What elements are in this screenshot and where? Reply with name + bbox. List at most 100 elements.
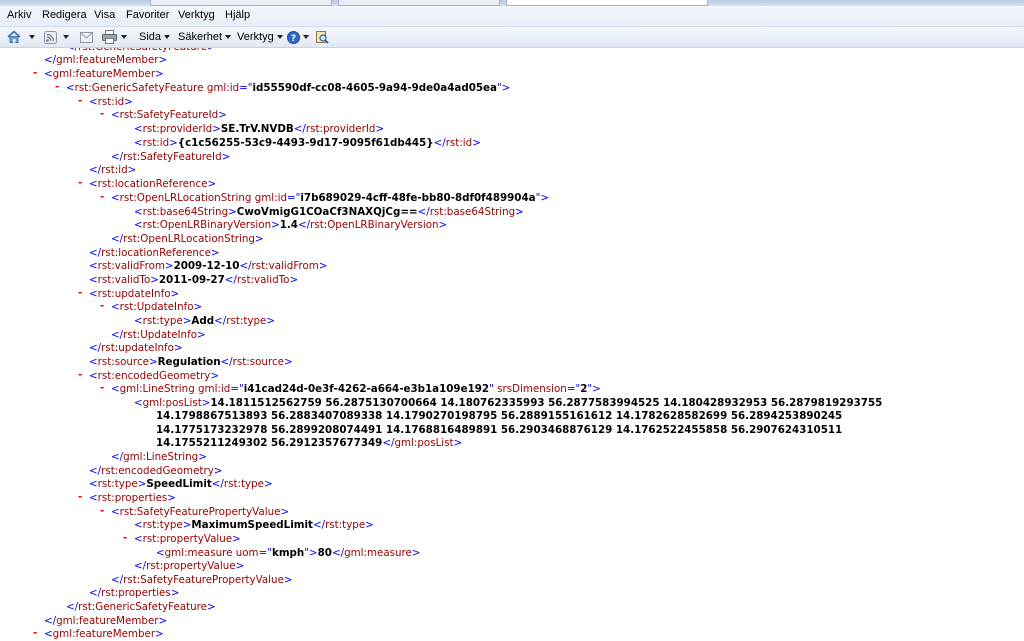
- help-button[interactable]: ?: [287, 29, 309, 45]
- poslist-value-line: 14.1755211249302 56.2912357677349: [156, 437, 383, 449]
- feature-type-value: SpeedLimit: [146, 478, 212, 490]
- collapse-toggle[interactable]: -: [100, 505, 104, 517]
- menu-help[interactable]: Hjälp: [225, 9, 250, 21]
- page-menu-button[interactable]: Sida: [139, 29, 171, 45]
- xml-line: </rst:propertyValue>: [134, 560, 245, 572]
- menu-edit[interactable]: Redigera: [42, 9, 87, 21]
- xml-line: <rst:locationReference>: [89, 178, 217, 190]
- xml-line: </rst:GenericSafetyFeature>: [66, 601, 216, 613]
- xml-line: <rst:type>SpeedLimit</rst:type>: [89, 478, 273, 490]
- xml-line: <gml:posList>14.1811512562759 56.2875130…: [134, 397, 883, 409]
- xml-line: </gml:featureMember>: [44, 54, 168, 66]
- xml-line: <rst:SafetyFeaturePropertyValue>: [111, 506, 290, 518]
- valid-to-value: 2011-09-27: [158, 274, 225, 286]
- page-menu-label: Sida: [139, 31, 162, 43]
- xml-line: <rst:validTo>2011-09-27</rst:validTo>: [89, 274, 299, 286]
- xml-line: 14.1775173232978 56.2899208074491 14.176…: [156, 424, 842, 438]
- xml-line: <gml:measure uom="kmph">80</gml:measure>: [156, 547, 421, 559]
- linestring-id-value: i41cad24d-0e3f-4262-a664-e3b1a109e192: [243, 383, 490, 395]
- home-button[interactable]: [7, 29, 35, 45]
- xml-line: </rst:SafetyFeatureId>: [111, 151, 231, 163]
- collapse-toggle[interactable]: -: [55, 81, 59, 93]
- xml-line: </rst:UpdateInfo>: [111, 329, 206, 341]
- xml-line: 14.1798867513893 56.2883407089338 14.179…: [156, 410, 842, 424]
- command-bar: Sida Säkerhet Verktyg ?: [0, 27, 1024, 48]
- xml-line: <rst:type>Add</rst:type>: [134, 315, 275, 327]
- xml-line: <gml:featureMember>: [44, 68, 164, 80]
- menu-tools[interactable]: Verktyg: [178, 9, 215, 21]
- safety-menu-button[interactable]: Säkerhet: [178, 29, 232, 45]
- chevron-down-icon: [63, 35, 69, 39]
- tools-menu-label: Verktyg: [237, 31, 274, 43]
- xml-line: <gml:featureMember>: [44, 628, 164, 640]
- feeds-button[interactable]: [44, 29, 69, 45]
- xml-line: <rst:id>{c1c56255-53c9-4493-9d17-9095f61…: [134, 137, 481, 149]
- gsf-id-value: id55590df-cc08-4605-9a94-9de0a4ad05ea: [252, 82, 497, 94]
- menu-view[interactable]: Visa: [94, 9, 115, 21]
- xml-line: </rst:OpenLRLocationString>: [111, 233, 264, 245]
- valid-from-value: 2009-12-10: [173, 260, 240, 272]
- collapse-toggle[interactable]: -: [78, 177, 82, 189]
- olr-version-value: 1.4: [279, 219, 298, 231]
- chevron-down-icon: [121, 35, 127, 39]
- rss-feed-icon: [44, 30, 57, 44]
- read-mail-button[interactable]: [80, 29, 93, 45]
- olr-id-value: i7b689029-4cff-48fe-bb80-8df0f489904a: [300, 192, 536, 204]
- collapse-toggle[interactable]: -: [100, 108, 104, 120]
- chevron-down-icon: [276, 35, 283, 39]
- collapse-toggle[interactable]: -: [78, 491, 82, 503]
- xml-line: </gml:LineString>: [111, 451, 207, 463]
- menu-file[interactable]: Arkiv: [7, 9, 31, 21]
- xml-document-view: </rst:GenericSafetyFeature> </gml:featur…: [0, 48, 1024, 641]
- chevron-down-icon: [303, 35, 309, 39]
- menu-favorites[interactable]: Favoriter: [126, 9, 169, 21]
- collapse-toggle[interactable]: -: [123, 532, 127, 544]
- xml-line: <gml:LineString gml:id="i41cad24d-0e3f-4…: [111, 383, 601, 395]
- chevron-down-icon: [164, 35, 171, 39]
- xml-line: </rst:id>: [89, 164, 137, 176]
- xml-line: </rst:locationReference>: [89, 247, 220, 259]
- tools-menu-button[interactable]: Verktyg: [237, 29, 283, 45]
- xml-line: </rst:SafetyFeaturePropertyValue>: [111, 574, 293, 586]
- safety-menu-label: Säkerhet: [178, 31, 223, 43]
- mail-icon: [80, 31, 93, 43]
- xml-line: <rst:OpenLRLocationString gml:id="i7b689…: [111, 192, 549, 204]
- collapse-toggle[interactable]: -: [100, 300, 104, 312]
- help-icon: ?: [287, 30, 300, 44]
- uom-value: kmph: [271, 547, 305, 559]
- xml-line: <rst:UpdateInfo>: [111, 301, 203, 313]
- print-button[interactable]: [102, 29, 127, 45]
- source-value: Regulation: [157, 356, 221, 368]
- xml-line: 14.1755211249302 56.2912357677349</gml:p…: [156, 437, 463, 449]
- xml-line: </gml:featureMember>: [44, 615, 168, 627]
- collapse-toggle[interactable]: -: [78, 95, 82, 107]
- collapse-toggle[interactable]: -: [100, 191, 104, 203]
- xml-line: <rst:properties>: [89, 492, 176, 504]
- provider-id-value: SE.TrV.NVDB: [220, 123, 294, 135]
- svg-text:?: ?: [291, 34, 296, 44]
- xml-line: </rst:updateInfo>: [89, 342, 183, 354]
- chevron-down-icon: [225, 35, 232, 39]
- base64-value: CwoVmigG1COaCf3NAXQjCg==: [236, 206, 418, 218]
- xml-line: </rst:encodedGeometry>: [89, 465, 223, 477]
- research-icon: [316, 31, 329, 44]
- collapse-toggle[interactable]: -: [78, 287, 82, 299]
- property-type-value: MaximumSpeedLimit: [191, 519, 313, 531]
- xml-line: <rst:type>MaximumSpeedLimit</rst:type>: [134, 519, 374, 531]
- xml-line: <rst:id>: [89, 96, 133, 108]
- printer-icon: [102, 30, 117, 44]
- measure-value: 80: [317, 547, 332, 559]
- research-button[interactable]: [315, 29, 329, 45]
- update-type-value: Add: [191, 315, 215, 327]
- xml-line: <rst:propertyValue>: [134, 533, 241, 545]
- collapse-toggle[interactable]: -: [100, 382, 104, 394]
- home-icon: [7, 30, 21, 43]
- collapse-toggle[interactable]: -: [78, 369, 82, 381]
- xml-line: <rst:source>Regulation</rst:source>: [89, 356, 293, 368]
- xml-line: <rst:base64String>CwoVmigG1COaCf3NAXQjCg…: [134, 206, 524, 218]
- xml-line: <rst:encodedGeometry>: [89, 370, 219, 382]
- xml-line: <rst:providerId>SE.TrV.NVDB</rst:provide…: [134, 123, 385, 135]
- chevron-down-icon: [29, 35, 35, 39]
- collapse-toggle[interactable]: -: [33, 67, 37, 79]
- collapse-toggle[interactable]: -: [33, 627, 37, 639]
